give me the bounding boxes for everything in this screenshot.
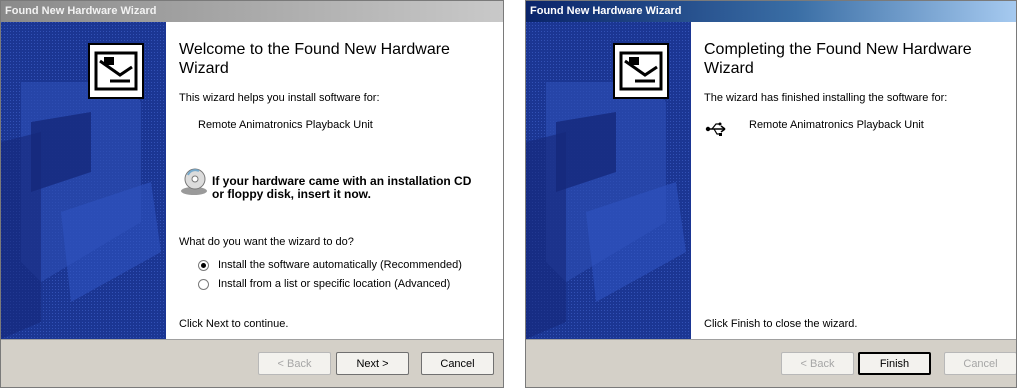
radio-label: Install from a list or specific location… [218,278,451,290]
cd-prompt-line2: or floppy disk, insert it now. [212,187,371,201]
usb-icon [705,121,729,137]
wizard-content: Completing the Found New Hardware Wizard… [613,22,1016,339]
wizard-window-welcome: Found New Hardware Wizard Welcome to the… [0,0,504,388]
wizard-window-completing: Found New Hardware Wizard Completing the… [525,0,1017,388]
finished-text: The wizard has finished installing the s… [704,92,948,104]
page-heading: Welcome to the Found New Hardware Wizard [179,41,450,77]
cancel-button[interactable]: Cancel [944,352,1016,375]
hardware-wizard-icon [613,43,669,99]
close-text: Click Finish to close the wizard. [704,318,858,330]
question-text: What do you want the wizard to do? [179,236,354,248]
wizard-content: Welcome to the Found New Hardware Wizard… [88,22,503,339]
cancel-button[interactable]: Cancel [421,352,494,375]
finish-button[interactable]: Finish [858,352,931,375]
button-bar: < Back Finish Cancel [526,339,1016,387]
hardware-wizard-icon [88,43,144,99]
button-bar: < Back Next > Cancel [1,339,503,387]
back-button[interactable]: < Back [258,352,331,375]
radio-indicator[interactable] [198,278,209,290]
radio-label: Install the software automatically (Reco… [218,259,462,271]
next-button[interactable]: Next > [336,352,409,375]
window-title: Found New Hardware Wizard [1,1,503,22]
intro-text: This wizard helps you install software f… [179,92,380,104]
back-button[interactable]: < Back [781,352,854,375]
cd-icon [179,167,209,197]
radio-install-from-list[interactable]: Install from a list or specific location… [198,278,450,290]
device-name: Remote Animatronics Playback Unit [749,119,924,131]
page-heading: Completing the Found New Hardware Wizard [704,41,972,77]
radio-selected-indicator[interactable] [198,259,209,271]
cd-prompt-line1: If your hardware came with an installati… [212,174,472,188]
continue-text: Click Next to continue. [179,318,289,330]
window-title: Found New Hardware Wizard [526,1,1016,22]
radio-install-automatically[interactable]: Install the software automatically (Reco… [198,259,462,271]
device-name: Remote Animatronics Playback Unit [198,119,373,131]
